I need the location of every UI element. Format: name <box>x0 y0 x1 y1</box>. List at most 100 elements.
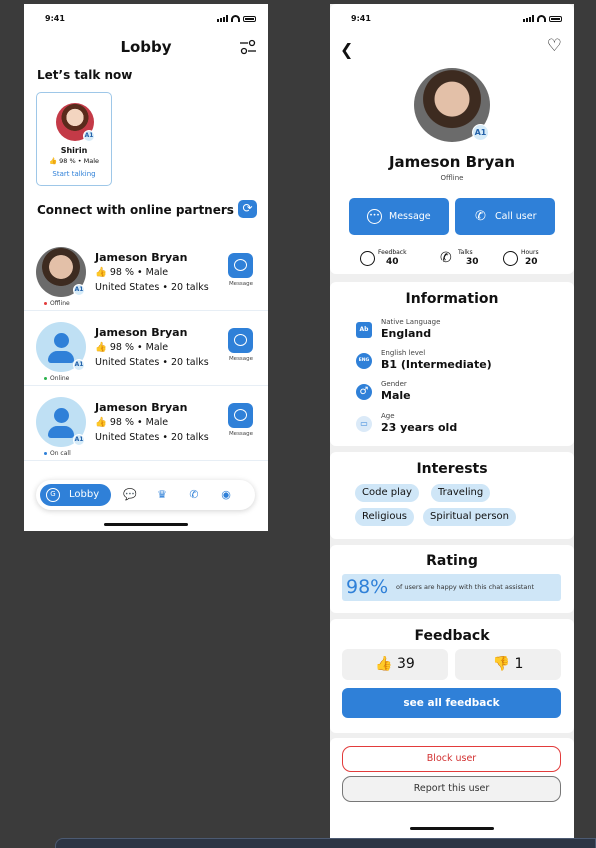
stat-value: 20 <box>525 257 538 267</box>
bottom-tab-bar: G Lobby 💬 ♛ ✆ ◉ <box>36 480 255 510</box>
message-label: Message <box>228 431 254 437</box>
status-bar: 9:41 <box>24 4 268 30</box>
information-card: Information Ab Native Language England E… <box>330 282 574 446</box>
language-icon: Ab <box>356 322 372 338</box>
phone-icon: ✆ <box>475 209 486 224</box>
message-label: Message <box>228 281 254 287</box>
stat-value: 30 <box>466 257 479 267</box>
partner-meta: 👍 98 % • Male <box>95 417 169 428</box>
interest-chip: Spiritual person <box>423 508 516 526</box>
clock-icon <box>503 251 518 266</box>
partner-meta: 👍 98 % • Male <box>95 267 169 278</box>
message-button-label: Message <box>389 211 431 222</box>
message-button[interactable] <box>228 403 253 428</box>
profile-icon[interactable]: ◉ <box>219 488 233 502</box>
battery-icon <box>243 15 256 22</box>
stat-value: 40 <box>386 257 399 267</box>
list-item[interactable]: A1 Offline Jameson Bryan 👍 98 % • Male U… <box>24 239 268 311</box>
status-dot <box>44 302 47 305</box>
stat-label: Feedback <box>378 249 407 256</box>
avatar: A1 <box>56 103 95 142</box>
partner-name: Jameson Bryan <box>95 401 188 414</box>
list-item[interactable]: A1 On call Jameson Bryan 👍 98 % • Male U… <box>24 389 268 461</box>
info-label: Gender <box>381 380 407 388</box>
wifi-icon <box>537 15 546 22</box>
info-value: Male <box>381 389 411 402</box>
status-label: Online <box>44 375 69 382</box>
rating-percent: 98% <box>346 576 389 598</box>
home-indicator <box>410 827 494 830</box>
info-value: 23 years old <box>381 421 458 434</box>
phone-icon[interactable]: ✆ <box>187 488 201 502</box>
call-user-button[interactable]: ✆ Call user <box>455 198 555 235</box>
online-partners-heading: Connect with online partners <box>37 203 234 217</box>
stat-label: Talks <box>458 249 473 256</box>
interest-chip: Religious <box>355 508 414 526</box>
interests-title: Interests <box>416 461 488 477</box>
profile-header-card: 9:41 ❮ ♡ A1 Jameson Bryan Offline ••• Me… <box>330 4 574 274</box>
see-all-feedback-button[interactable]: see all feedback <box>342 688 561 718</box>
status-label: On call <box>44 450 71 457</box>
signal-icon <box>217 15 228 22</box>
feedback-title: Feedback <box>414 628 490 644</box>
chat-icon: ••• <box>367 209 382 224</box>
level-badge: A1 <box>73 284 85 296</box>
tab-lobby-label: Lobby <box>69 489 100 500</box>
home-indicator <box>104 523 188 526</box>
phone-icon: ✆ <box>440 250 452 266</box>
status-dot <box>44 377 47 380</box>
english-level-icon: ENG <box>356 353 372 369</box>
information-title: Information <box>405 291 499 307</box>
rating-summary: 98% of users are happy with this chat as… <box>342 574 561 601</box>
info-value: B1 (Intermediate) <box>381 358 492 371</box>
avatar: A1 <box>414 68 490 142</box>
interest-chip: Traveling <box>431 484 491 502</box>
wifi-icon <box>231 15 240 22</box>
partner-meta: 👍 98 % • Male <box>95 342 169 353</box>
interest-chip: Code play <box>355 484 419 502</box>
tab-lobby[interactable]: G Lobby <box>40 484 111 506</box>
battery-icon <box>549 15 562 22</box>
level-badge: A1 <box>73 434 85 446</box>
featured-partner-card[interactable]: A1 Shirin 👍 98 % • Male Start talking <box>36 92 112 186</box>
refresh-icon[interactable]: ⟳ <box>238 200 257 218</box>
call-button-label: Call user <box>495 211 537 222</box>
status-dot <box>44 452 47 455</box>
filter-icon[interactable] <box>239 39 257 55</box>
talk-now-heading: Let’s talk now <box>37 68 133 82</box>
message-button[interactable]: ••• Message <box>349 198 449 235</box>
heart-icon[interactable]: ♡ <box>547 36 562 56</box>
crown-icon[interactable]: ♛ <box>155 488 169 502</box>
partner-location: United States • 20 talks <box>95 357 209 368</box>
rating-title: Rating <box>426 553 478 569</box>
info-label: Age <box>381 412 395 420</box>
stat-label: Hours <box>521 249 539 256</box>
message-label: Message <box>228 356 254 362</box>
start-talking-link[interactable]: Start talking <box>37 170 111 178</box>
block-user-button[interactable]: Block user <box>342 746 561 772</box>
partner-location: United States • 20 talks <box>95 282 209 293</box>
level-badge: A1 <box>83 130 95 142</box>
partner-name: Shirin <box>60 146 88 155</box>
info-label: Native Language <box>381 318 441 326</box>
lobby-screen: 9:41 Lobby Let’s talk now A1 Shirin 👍 98… <box>24 4 268 531</box>
message-button[interactable] <box>228 328 253 353</box>
partner-name: Jameson Bryan <box>95 326 188 339</box>
status-bar: 9:41 <box>330 4 574 30</box>
partner-meta: 👍 98 % • Male <box>48 157 100 165</box>
info-label: English level <box>381 349 426 357</box>
chat-icon[interactable]: 💬 <box>123 488 137 502</box>
lobby-icon: G <box>46 488 60 502</box>
list-item[interactable]: A1 Online Jameson Bryan 👍 98 % • Male Un… <box>24 314 268 386</box>
rating-description: of users are happy with this chat assist… <box>396 583 535 591</box>
profile-status: Offline <box>440 174 464 182</box>
likes-count: 👍 39 <box>342 649 448 680</box>
profile-name: Jameson Bryan <box>388 153 516 171</box>
gender-icon: ♂ <box>356 384 372 400</box>
report-user-button[interactable]: Report this user <box>342 776 561 802</box>
message-button[interactable] <box>228 253 253 278</box>
signal-icon <box>523 15 534 22</box>
back-icon[interactable]: ❮ <box>340 40 353 59</box>
status-label: Offline <box>44 300 70 307</box>
info-value: England <box>381 327 432 340</box>
